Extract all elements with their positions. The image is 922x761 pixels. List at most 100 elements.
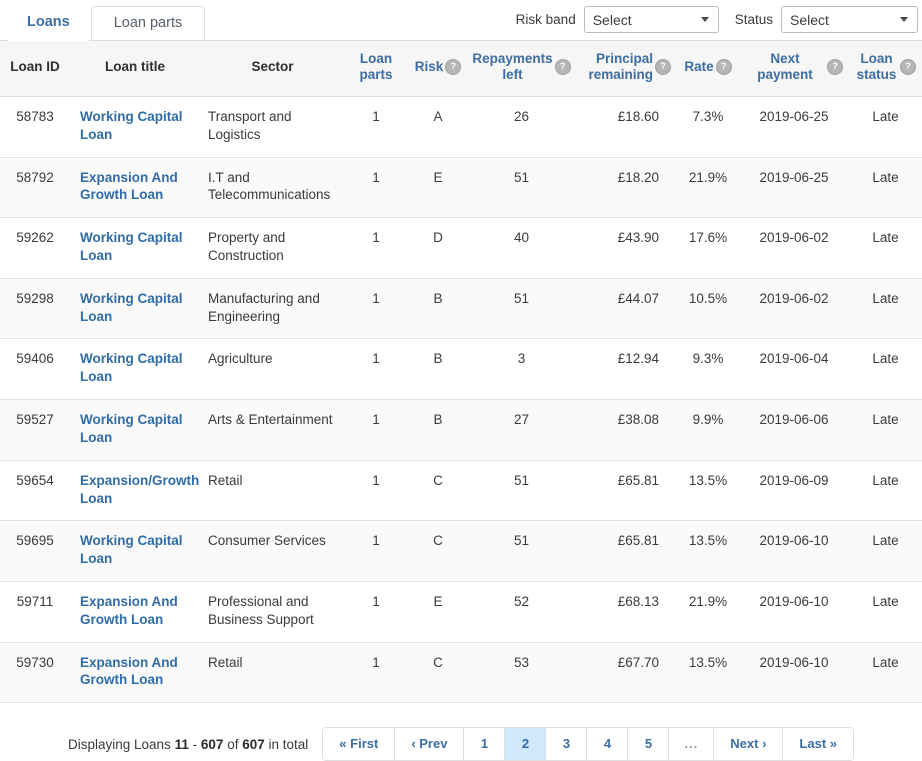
- status-select[interactable]: Select: [781, 6, 918, 33]
- table-row: 58783 Working Capital Loan Transport and L…: [0, 96, 922, 158]
- repayments-left-cell: 40: [469, 217, 574, 279]
- loan-id-cell: 59654: [0, 460, 70, 522]
- page-button[interactable]: « First: [323, 728, 396, 761]
- loan-title-link[interactable]: Expansion And Growth Loan: [80, 655, 178, 688]
- repayments-left-cell: 26: [469, 96, 574, 158]
- loan-title-link[interactable]: Working Capital Loan: [80, 412, 183, 445]
- page-button[interactable]: ‹ Prev: [395, 728, 465, 761]
- loan-status-cell: Late: [849, 217, 922, 279]
- next-payment-cell: 2019-06-25: [739, 96, 849, 158]
- column-header-loan-parts[interactable]: Loan parts: [345, 41, 407, 97]
- loan-title-link[interactable]: Expansion/Growth Loan: [80, 473, 199, 506]
- table-row: 59730 Expansion And Growth Loan Retail 1 C 53…: [0, 642, 922, 704]
- tab-loan-parts[interactable]: Loan parts: [90, 5, 206, 41]
- page-button[interactable]: Last »: [783, 728, 853, 761]
- column-label: Loan status: [856, 51, 897, 83]
- range-separator: -: [192, 736, 198, 752]
- table-row: 58792 Expansion And Growth Loan I.T and Te…: [0, 157, 922, 219]
- column-header-rate[interactable]: Rate?: [677, 41, 739, 97]
- loan-parts-cell: 1: [345, 642, 407, 704]
- loan-parts-cell: 1: [345, 460, 407, 522]
- risk-cell: D: [407, 217, 469, 279]
- column-header-loan-id: Loan ID: [0, 41, 70, 97]
- risk-band-value: Select: [592, 11, 632, 28]
- next-payment-cell: 2019-06-04: [739, 338, 849, 401]
- principal-remaining-cell: £44.07: [574, 278, 677, 340]
- repayments-left-cell: 3: [469, 338, 574, 401]
- table-row: 59695 Working Capital Loan Consumer Servic…: [0, 520, 922, 582]
- loan-title-link[interactable]: Working Capital Loan: [80, 533, 183, 566]
- page-button[interactable]: 3: [546, 728, 588, 761]
- principal-remaining-cell: £67.70: [574, 642, 677, 704]
- loan-title-link[interactable]: Expansion And Growth Loan: [80, 594, 178, 627]
- page-button[interactable]: Next ›: [714, 728, 784, 761]
- loan-parts-cell: 1: [345, 520, 407, 582]
- principal-remaining-cell: £38.08: [574, 399, 677, 461]
- loan-status-cell: Late: [849, 460, 922, 522]
- column-label: Risk: [414, 59, 444, 75]
- column-header-loan-status[interactable]: Loan status?: [849, 41, 922, 97]
- principal-remaining-cell: £43.90: [574, 217, 677, 279]
- loan-parts-cell: 1: [345, 338, 407, 401]
- loan-id-cell: 59298: [0, 278, 70, 340]
- column-header-loan-title: Loan title: [70, 41, 200, 97]
- next-payment-cell: 2019-06-10: [739, 581, 849, 643]
- loan-status-cell: Late: [849, 581, 922, 643]
- help-icon[interactable]: ?: [715, 59, 732, 76]
- principal-remaining-cell: £18.60: [574, 96, 677, 158]
- column-header-risk[interactable]: Risk?: [407, 41, 469, 97]
- help-icon[interactable]: ?: [655, 59, 671, 76]
- loan-title-cell: Working Capital Loan: [70, 399, 200, 461]
- page-button[interactable]: ...: [669, 728, 715, 761]
- column-label: Loan ID: [10, 59, 60, 75]
- next-payment-cell: 2019-06-25: [739, 157, 849, 219]
- repayments-left-cell: 51: [469, 278, 574, 340]
- loans-table: Loan ID Loan title Sector Loan parts Ris…: [0, 41, 922, 704]
- sector-cell: Arts & Entertainment: [200, 399, 345, 461]
- help-icon[interactable]: ?: [900, 59, 916, 76]
- help-icon[interactable]: ?: [827, 59, 843, 76]
- loan-id-cell: 59262: [0, 217, 70, 279]
- page-button[interactable]: 5: [628, 728, 670, 761]
- loan-title-link[interactable]: Working Capital Loan: [80, 109, 183, 142]
- next-payment-cell: 2019-06-02: [739, 278, 849, 340]
- status-label: Status: [734, 12, 773, 27]
- loan-title-cell: Working Capital Loan: [70, 96, 200, 158]
- loan-id-cell: 58792: [0, 157, 70, 219]
- column-header-repayments-left[interactable]: Repayments left?: [469, 41, 574, 97]
- principal-remaining-cell: £12.94: [574, 338, 677, 401]
- loan-parts-cell: 1: [345, 217, 407, 279]
- loan-title-link[interactable]: Working Capital Loan: [80, 291, 183, 324]
- risk-band-label: Risk band: [515, 12, 576, 27]
- help-icon[interactable]: ?: [445, 59, 462, 76]
- page-button[interactable]: 4: [587, 728, 629, 761]
- rate-cell: 10.5%: [677, 278, 739, 340]
- loan-title-link[interactable]: Working Capital Loan: [80, 351, 183, 384]
- page-button[interactable]: 1: [464, 728, 506, 761]
- range-end: 607: [200, 736, 224, 752]
- loan-id-cell: 58783: [0, 96, 70, 158]
- risk-band-filter: Risk band Select: [516, 6, 735, 33]
- repayments-left-cell: 51: [469, 157, 574, 219]
- loan-title-link[interactable]: Expansion And Growth Loan: [80, 170, 178, 203]
- loan-id-cell: 59406: [0, 338, 70, 401]
- column-header-principal-remaining[interactable]: Principal remaining?: [574, 41, 677, 97]
- rate-cell: 13.5%: [677, 520, 739, 582]
- sector-cell: Consumer Services: [200, 520, 345, 582]
- loan-status-cell: Late: [849, 399, 922, 461]
- table-row: 59527 Working Capital Loan Arts & Entertai…: [0, 399, 922, 461]
- loan-title-cell: Expansion And Growth Loan: [70, 581, 200, 643]
- loan-title-cell: Expansion And Growth Loan: [70, 157, 200, 219]
- page-button[interactable]: 2: [505, 728, 547, 761]
- principal-remaining-cell: £68.13: [574, 581, 677, 643]
- help-icon[interactable]: ?: [554, 59, 571, 76]
- next-payment-cell: 2019-06-06: [739, 399, 849, 461]
- table-footer: Displaying Loans 11 - 607 of 607 in tota…: [0, 703, 922, 761]
- chevron-down-icon: [900, 17, 908, 22]
- loan-title-link[interactable]: Working Capital Loan: [80, 230, 183, 263]
- column-label: Sector: [251, 59, 294, 75]
- table-row: 59654 Expansion/Growth Loan Retail 1 C 51 £65.…: [0, 460, 922, 522]
- risk-band-select[interactable]: Select: [583, 6, 719, 33]
- tab-loans[interactable]: Loans: [8, 4, 89, 41]
- column-header-next-payment[interactable]: Next payment?: [739, 41, 849, 97]
